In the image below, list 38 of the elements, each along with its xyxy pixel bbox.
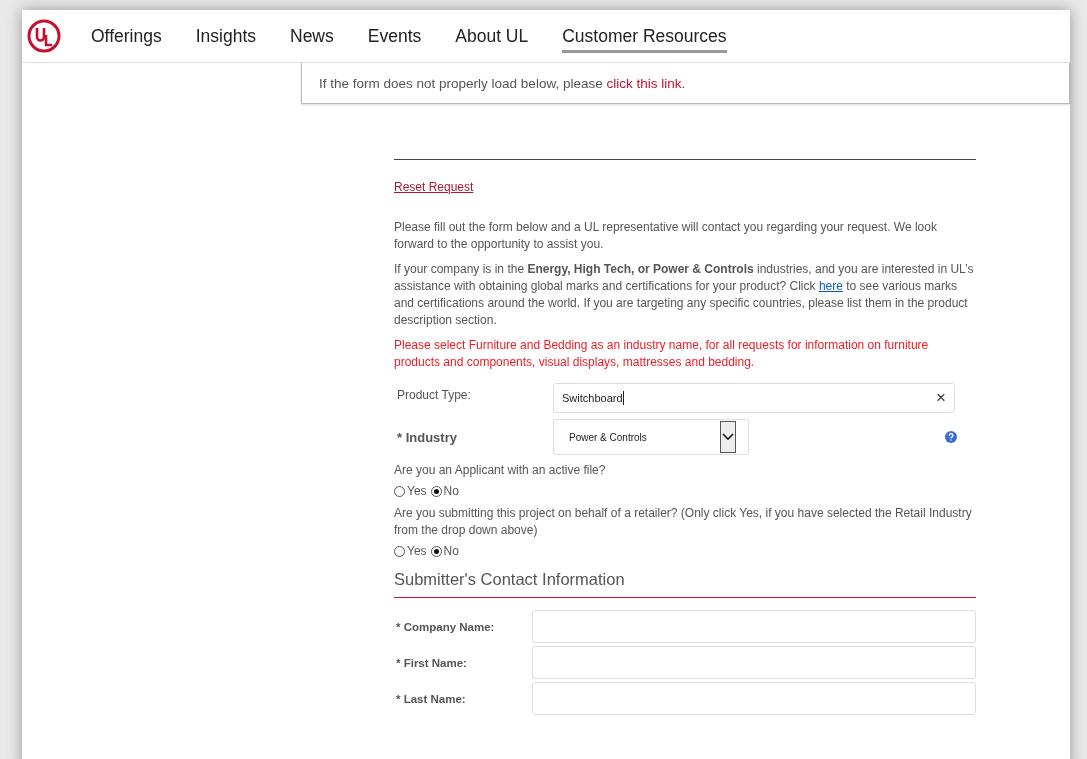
section-heading: Submitter's Contact Information	[394, 570, 976, 598]
field-label: * First Name:	[395, 656, 468, 669]
field-value: Switchboard	[562, 392, 623, 404]
input-field[interactable]	[532, 682, 976, 715]
ul-logo-icon[interactable]	[27, 19, 61, 53]
input-field[interactable]	[532, 646, 976, 679]
radio-option[interactable]: No	[430, 484, 459, 498]
product-type-field[interactable]: Switchboard ×	[553, 383, 955, 413]
here-link[interactable]: here	[818, 279, 843, 293]
nav-link[interactable]: News	[290, 19, 334, 53]
nav-link[interactable]: Customer Resources	[562, 19, 727, 53]
field-label: * Last Name:	[395, 692, 467, 705]
radio-label: No	[443, 544, 459, 558]
field-label: * Company Name:	[395, 620, 496, 633]
radio-option[interactable]: No	[430, 544, 459, 558]
question-text: Are you submitting this project on behalf of a retailer? (Only click Yes, if you have selected the Retail Industry from the drop down above)	[394, 505, 973, 539]
question-text: Are you an Applicant with an active file?	[394, 462, 607, 479]
chevron-down-icon	[720, 421, 736, 453]
radio-label: Yes	[407, 484, 427, 498]
nav-link[interactable]: About UL	[455, 19, 529, 53]
intro-paragraph: Please fill out the form below and a UL representative will contact you regarding your request. We look forward to the opportunity to assist you.	[394, 219, 938, 253]
input-field[interactable]	[532, 610, 976, 643]
info-paragraph: If your company is in the Energy, High Tech, or Power & Controls industries, and you are interested in UL’s assistance with obtaining global marks and certifications for your product? Click here to see various marks and certifications around the world. If you are targeting any specific countries, please list them in the product description section.	[394, 261, 975, 329]
field-label: * Industry	[396, 429, 458, 445]
radio-option[interactable]: Yes	[394, 544, 427, 558]
radio-label: Yes	[407, 544, 427, 558]
radio-option[interactable]: Yes	[394, 484, 427, 498]
field-label: Product Type:	[396, 388, 472, 402]
help-icon[interactable]	[945, 431, 957, 443]
industry-dropdown[interactable]: Power & Controls	[553, 419, 749, 455]
nav-link[interactable]: Offerings	[91, 19, 162, 53]
warning-paragraph: Please select Furniture and Bedding as an industry name, for all requests for information on furniture products and components, visual displays, mattresses and bedding.	[394, 337, 930, 371]
reset-request-link[interactable]: Reset Request	[394, 180, 474, 194]
clear-button[interactable]: ×	[936, 388, 946, 408]
notice-text: If the form does not properly load below, please click this link.	[319, 75, 686, 91]
nav-link[interactable]: Events	[367, 19, 422, 53]
nav-link[interactable]: Insights	[195, 19, 256, 53]
radio-label: No	[443, 484, 459, 498]
